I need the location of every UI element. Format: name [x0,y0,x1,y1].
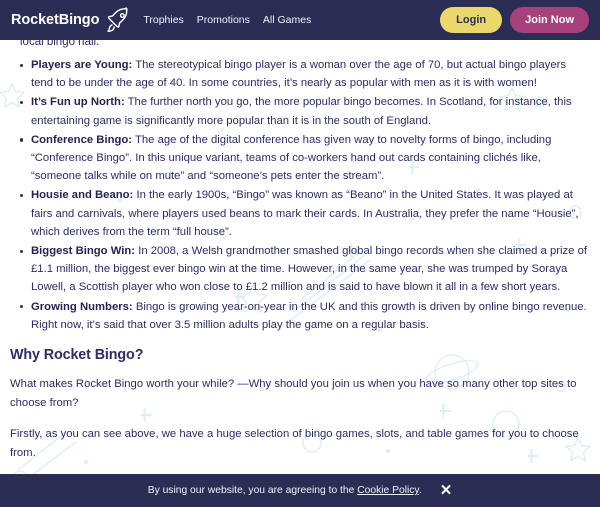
primary-nav: Trophies Promotions All Games [143,14,311,26]
list-item: Growing Numbers: Bingo is growing year-o… [10,298,588,334]
nav-item-promotions[interactable]: Promotions [197,14,250,26]
list-item: Housie and Beano: In the early 1900s, “B… [10,186,588,241]
list-item: Conference Bingo: The age of the digital… [10,131,588,186]
nav-item-all-games[interactable]: All Games [263,14,311,26]
section-heading-why: Why Rocket Bingo? [10,347,144,364]
cookie-text-before: By using our website, you are agreeing t… [147,485,358,496]
fact-term: Conference Bingo: [31,133,133,146]
brand-name: RocketBingo [11,12,100,28]
fact-term: Players are Young: [31,59,133,71]
cookie-text-after: . [418,485,422,496]
login-button[interactable]: Login [440,7,503,33]
fact-term: Housie and Beano: [31,189,134,202]
auth-buttons: Login Join Now [440,7,589,33]
rocket-icon [107,7,128,32]
list-item: Players are Young: The stereotypical bin… [10,56,588,92]
cookie-message: By using our website, you are agreeing t… [148,485,422,496]
nav-item-trophies[interactable]: Trophies [143,14,183,26]
fact-term: Biggest Bingo Win: [31,245,136,258]
fact-term: It’s Fun up North: [31,96,125,109]
paragraph: Firstly, as you can see above, we have a… [10,428,579,459]
page-scroll-area[interactable]: local bingo hall. Players are Young: The… [0,0,600,507]
join-now-button[interactable]: Join Now [510,7,589,33]
article-content: local bingo hall. Players are Young: The… [0,33,600,507]
cookie-consent-banner: By using our website, you are agreeing t… [0,474,600,507]
paragraph: What makes Rocket Bingo worth your while… [10,378,577,409]
bingo-facts-list: Players are Young: The stereotypical bin… [10,56,588,334]
list-item: Biggest Bingo Win: In 2008, a Welsh gran… [10,242,588,297]
fact-term: Growing Numbers: [31,300,133,313]
cookie-policy-link[interactable]: Cookie Policy [357,485,419,496]
list-item: It’s Fun up North: The further north you… [10,93,588,129]
close-icon[interactable]: ✕ [440,483,453,498]
brand-logo[interactable]: RocketBingo [11,5,133,35]
top-navigation-bar: RocketBingo Trophies Promotions All Game… [0,0,600,40]
